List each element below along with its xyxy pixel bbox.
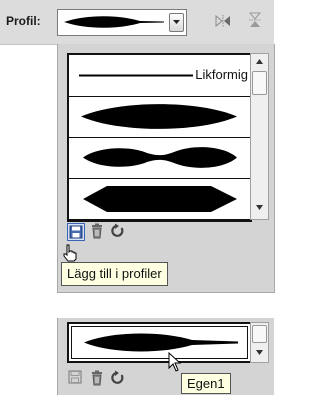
profile-label: Profil: bbox=[6, 14, 41, 28]
save-icon[interactable] bbox=[68, 370, 82, 384]
add-to-profiles-tooltip: Lägg till i profiler bbox=[61, 262, 168, 286]
custom-profile-item[interactable] bbox=[71, 326, 248, 359]
save-icon bbox=[69, 225, 83, 239]
arrow-cursor-icon bbox=[168, 352, 182, 372]
profile-item-label: Likformig bbox=[193, 67, 248, 82]
profile-select-dropdown-button[interactable] bbox=[169, 13, 184, 32]
profile-select[interactable] bbox=[57, 9, 187, 36]
profile-item-uniform[interactable]: Likformig bbox=[69, 55, 250, 97]
profile-item-double-bulb[interactable] bbox=[69, 137, 250, 179]
trash-icon[interactable] bbox=[90, 370, 104, 386]
trash-icon[interactable] bbox=[90, 223, 104, 239]
custom-profile-tooltip: Egen1 bbox=[181, 373, 231, 394]
profile-dropdown: Likformig bbox=[57, 44, 275, 293]
profile-list[interactable]: Likformig bbox=[67, 53, 252, 222]
double-bulb-profile-shape bbox=[83, 147, 237, 168]
custom-profile-panel: Egen1 bbox=[57, 318, 274, 395]
profile-item-hexagon[interactable] bbox=[69, 178, 250, 220]
flip-vertical-icon[interactable] bbox=[248, 12, 262, 28]
scroll-down-icon[interactable] bbox=[255, 204, 264, 211]
profile-item-lens[interactable] bbox=[69, 96, 250, 138]
custom-profile-scrollbar[interactable] bbox=[250, 322, 269, 363]
lens-profile-shape bbox=[81, 104, 237, 129]
hexagon-profile-shape bbox=[83, 186, 237, 212]
scroll-up-icon[interactable] bbox=[255, 58, 264, 65]
flip-horizontal-icon[interactable] bbox=[215, 14, 231, 28]
profile-list-scrollbar[interactable] bbox=[250, 53, 269, 220]
custom-profile-shape bbox=[84, 333, 238, 352]
hand-pointer-cursor-icon bbox=[63, 244, 77, 262]
add-to-profiles-button[interactable] bbox=[67, 223, 85, 241]
scrollbar-thumb[interactable] bbox=[252, 325, 267, 343]
scrollbar-thumb[interactable] bbox=[252, 71, 267, 95]
reset-icon[interactable] bbox=[110, 370, 125, 386]
width-profile-panel: Profil: Likformig Lägg till i profiler bbox=[0, 0, 275, 293]
custom-profile-list[interactable] bbox=[67, 322, 252, 363]
reset-icon[interactable] bbox=[110, 223, 125, 239]
chevron-down-icon bbox=[173, 20, 180, 24]
selected-profile-preview bbox=[64, 16, 164, 28]
profile-bar: Profil: bbox=[0, 0, 274, 45]
scroll-down-icon[interactable] bbox=[255, 349, 264, 356]
